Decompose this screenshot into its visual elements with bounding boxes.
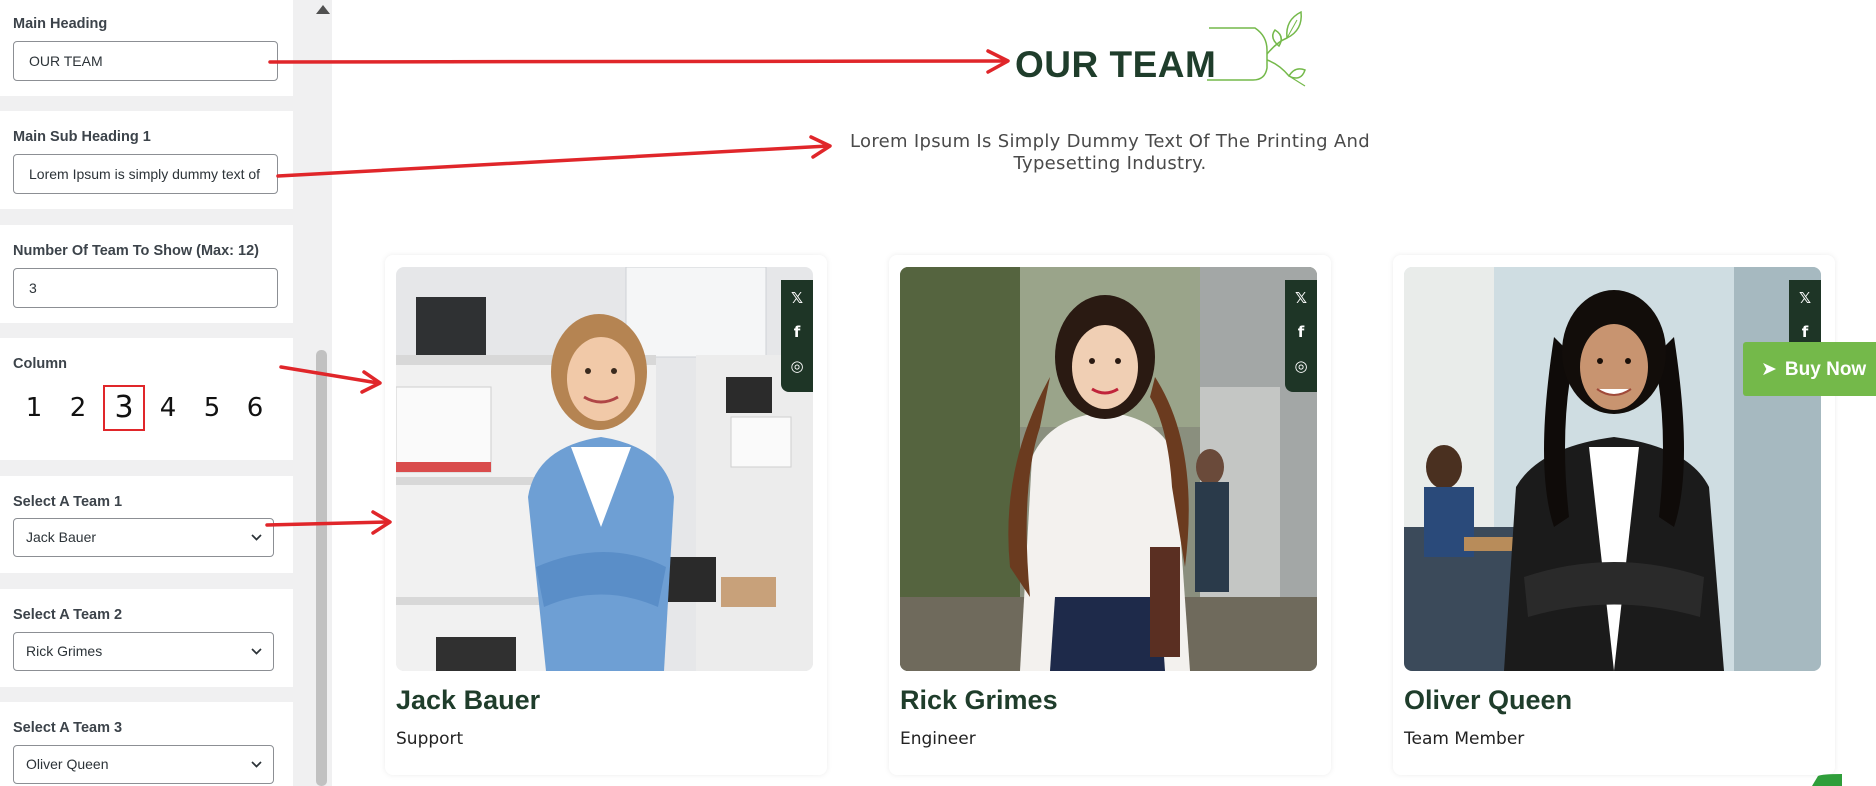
team-2-select[interactable]: Rick Grimes [13, 632, 274, 671]
member-role-1: Support [396, 729, 464, 749]
column-option-3[interactable]: 3 [103, 385, 145, 431]
scroll-up-arrow-icon[interactable] [316, 5, 330, 14]
leaf-branch-icon [1207, 10, 1306, 87]
column-label: Column [13, 356, 67, 372]
team-1-setting: Select A Team 1 Jack Bauer [0, 476, 293, 573]
chevron-down-icon [251, 648, 262, 655]
settings-panel: Main Heading OUR TEAM Main Sub Heading 1… [0, 0, 332, 786]
team-card-1: 𝕏 f ◎ Jack Bauer Support [385, 255, 827, 775]
main-heading-setting: Main Heading OUR TEAM [0, 0, 293, 96]
team-count-setting: Number Of Team To Show (Max: 12) 3 [0, 225, 293, 323]
member-photo-image-3 [1404, 267, 1821, 671]
column-option-6[interactable]: 6 [234, 385, 276, 431]
team-count-input[interactable]: 3 [13, 268, 278, 308]
team-1-select[interactable]: Jack Bauer [13, 518, 274, 557]
member-photo-image-1 [396, 267, 813, 671]
corner-badge-icon [1812, 774, 1842, 786]
team-card-2: 𝕏 f ◎ Rick Grimes Engineer [889, 255, 1331, 775]
team-1-label: Select A Team 1 [13, 494, 123, 510]
column-option-1[interactable]: 1 [13, 385, 55, 431]
team-3-setting: Select A Team 3 Oliver Queen [0, 702, 293, 786]
member-role-3: Team Member [1404, 729, 1525, 749]
x-icon[interactable]: 𝕏 [1285, 282, 1317, 314]
member-photo-3: 𝕏 f ◎ [1404, 267, 1821, 671]
chevron-down-icon [251, 534, 262, 541]
main-heading-label: Main Heading [13, 16, 108, 32]
member-photo-2: 𝕏 f ◎ [900, 267, 1317, 671]
section-subheading: Lorem Ipsum Is Simply Dummy Text Of The … [850, 131, 1370, 174]
customizer-screen: Main Heading OUR TEAM Main Sub Heading 1… [0, 0, 1876, 786]
buy-now-label: Buy Now [1784, 359, 1867, 380]
facebook-icon[interactable]: f [1285, 316, 1317, 348]
member-photo-1: 𝕏 f ◎ [396, 267, 813, 671]
chevron-down-icon [251, 761, 262, 768]
main-subheading-input[interactable]: Lorem Ipsum is simply dummy text of [13, 154, 278, 194]
member-name-1: Jack Bauer [396, 685, 541, 715]
instagram-icon[interactable]: ◎ [781, 350, 813, 382]
scroll-thumb[interactable] [316, 350, 327, 786]
team-1-select-value: Jack Bauer [26, 529, 97, 545]
main-subheading-setting: Main Sub Heading 1 Lorem Ipsum is simply… [0, 111, 293, 209]
member-role-2: Engineer [900, 729, 976, 749]
column-option-4[interactable]: 4 [147, 385, 189, 431]
main-subheading-label: Main Sub Heading 1 [13, 129, 151, 145]
facebook-icon[interactable]: f [781, 316, 813, 348]
x-icon[interactable]: 𝕏 [781, 282, 813, 314]
member-photo-image-2 [900, 267, 1317, 671]
instagram-icon[interactable]: ◎ [1285, 350, 1317, 382]
x-icon[interactable]: 𝕏 [1789, 282, 1821, 314]
member-name-2: Rick Grimes [900, 685, 1058, 715]
team-3-select[interactable]: Oliver Queen [13, 745, 274, 784]
social-bar-1: 𝕏 f ◎ [781, 280, 813, 392]
team-count-label: Number Of Team To Show (Max: 12) [13, 243, 259, 259]
team-3-select-value: Oliver Queen [26, 756, 109, 772]
buy-now-button[interactable]: ➤ Buy Now [1743, 342, 1876, 396]
main-heading-input[interactable]: OUR TEAM [13, 41, 278, 81]
member-name-3: Oliver Queen [1404, 685, 1573, 715]
send-arrow-icon: ➤ [1761, 358, 1777, 380]
team-2-setting: Select A Team 2 Rick Grimes [0, 589, 293, 687]
team-2-select-value: Rick Grimes [26, 643, 103, 659]
team-card-3: 𝕏 f ◎ Oliver Queen Team Member [1393, 255, 1835, 775]
column-option-2[interactable]: 2 [57, 385, 99, 431]
section-heading: OUR TEAM [1015, 44, 1217, 85]
team-2-label: Select A Team 2 [13, 607, 123, 623]
column-option-5[interactable]: 5 [191, 385, 233, 431]
social-bar-2: 𝕏 f ◎ [1285, 280, 1317, 392]
panel-scrollbar[interactable] [312, 0, 332, 786]
team-3-label: Select A Team 3 [13, 720, 123, 736]
